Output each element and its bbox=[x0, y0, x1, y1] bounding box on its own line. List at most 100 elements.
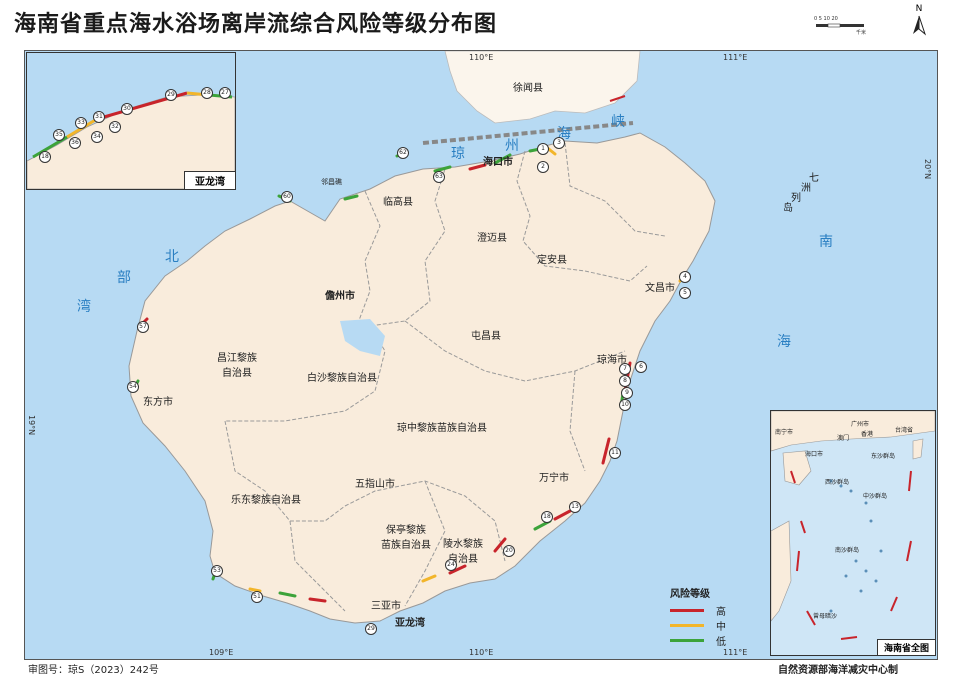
point-marker: 63 bbox=[433, 171, 445, 183]
point-marker: 57 bbox=[137, 321, 149, 333]
city-baisha: 白沙黎族自治县 bbox=[307, 373, 377, 384]
overview-macau: 澳门 bbox=[837, 435, 850, 442]
sea-label-zhou: 州 bbox=[505, 138, 519, 154]
yalong-callout: 亚龙湾 bbox=[395, 618, 425, 629]
scale-bar-labels: 0 5 10 20 bbox=[814, 16, 838, 22]
legend-label-high: 高 bbox=[716, 607, 726, 618]
overview-dongsha: 东沙群岛 bbox=[871, 453, 896, 460]
city-sanya: 三亚市 bbox=[371, 601, 401, 612]
point-marker: 3 bbox=[553, 137, 565, 149]
city-xuwen: 徐闻县 bbox=[513, 83, 543, 94]
hainan-overview-label: 海南省全图 bbox=[876, 639, 935, 655]
city-dongfang: 东方市 bbox=[143, 397, 173, 408]
point-marker: 54 bbox=[127, 381, 139, 393]
legend-label-low: 低 bbox=[716, 637, 726, 648]
producer-credit: 自然资源部海洋减灾中心制 bbox=[778, 665, 898, 676]
legend-row-medium: 中 bbox=[670, 618, 750, 633]
city-lingao: 临高县 bbox=[383, 197, 413, 208]
legend-swatch-high bbox=[670, 609, 704, 612]
point-marker: 29 bbox=[365, 623, 377, 635]
review-number: 审图号：琼S（2023）242号 bbox=[28, 665, 159, 676]
legend-swatch-low bbox=[670, 639, 704, 642]
point-marker: 60 bbox=[281, 191, 293, 203]
grid-lon-111-bottom: 111°E bbox=[723, 648, 748, 657]
city-changjiang: 昌江黎族 自治县 bbox=[217, 353, 257, 379]
legend-row-high: 高 bbox=[670, 603, 750, 618]
overview-zengmu: 曾母暗沙 bbox=[813, 613, 838, 620]
north-arrow-icon bbox=[913, 15, 927, 36]
sea-label-nan: 南 bbox=[819, 234, 833, 250]
sea-label-hai2: 海 bbox=[777, 334, 791, 350]
grid-lon-110-bottom: 110°E bbox=[469, 648, 494, 657]
bay-point-34: 34 bbox=[91, 131, 103, 143]
bay-point-27: 27 bbox=[219, 87, 231, 99]
point-marker: 24 bbox=[445, 559, 457, 571]
bay-point-18: 18 bbox=[39, 151, 51, 163]
overview-nansha: 南沙群岛 bbox=[835, 547, 860, 554]
city-chengmai: 澄迈县 bbox=[477, 233, 507, 244]
yalong-bay-inset-label: 亚龙湾 bbox=[184, 171, 235, 189]
overview-zhongsha: 中沙群岛 bbox=[863, 493, 888, 500]
city-wenchang: 文昌市 bbox=[645, 283, 675, 294]
place-linchangjiao: 邻昌礁 bbox=[321, 178, 342, 186]
legend-row-low: 低 bbox=[670, 633, 750, 648]
bay-point-35: 35 bbox=[53, 129, 65, 141]
grid-lon-111: 111°E bbox=[723, 53, 748, 62]
grid-lat-20-right: 20°N bbox=[923, 159, 932, 180]
bay-point-36: 36 bbox=[69, 137, 81, 149]
legend-swatch-medium bbox=[670, 624, 704, 627]
sea-label-wan: 湾 bbox=[77, 299, 91, 315]
city-wanning: 万宁市 bbox=[539, 473, 569, 484]
hainan-overview-map bbox=[770, 410, 936, 640]
sea-label-qiong: 琼 bbox=[451, 146, 465, 162]
city-tunchang: 屯昌县 bbox=[471, 331, 501, 342]
overview-nanning: 南宁市 bbox=[775, 429, 794, 436]
bay-point-28: 28 bbox=[201, 87, 213, 99]
point-marker: 10 bbox=[619, 399, 631, 411]
scale-bar-unit: 千米 bbox=[856, 30, 867, 36]
point-marker: 7 bbox=[619, 363, 631, 375]
point-marker: 8 bbox=[619, 375, 631, 387]
point-marker: 18 bbox=[541, 511, 553, 523]
bay-point-29: 29 bbox=[165, 89, 177, 101]
legend: 风险等级 高 中 低 bbox=[670, 585, 750, 648]
city-haikou: 海口市 bbox=[483, 157, 513, 168]
sea-label-bei: 北 bbox=[165, 249, 179, 265]
legend-label-medium: 中 bbox=[716, 622, 726, 633]
bay-point-33: 33 bbox=[75, 117, 87, 129]
scale-bar: 0 5 10 20 千米 bbox=[814, 16, 874, 36]
island-label-dao: 岛 bbox=[783, 203, 793, 214]
city-dingan: 定安县 bbox=[537, 255, 567, 266]
city-baoting: 保亭黎族 苗族自治县 bbox=[381, 525, 431, 551]
yalong-bay-inset-map bbox=[26, 91, 236, 190]
yalong-bay-inset: 18 35 36 34 33 32 31 30 29 28 27 亚龙湾 bbox=[26, 52, 236, 190]
point-marker: 13 bbox=[569, 501, 581, 513]
legend-title: 风险等级 bbox=[670, 589, 710, 600]
sea-label-bu: 部 bbox=[117, 270, 131, 286]
point-marker: 9 bbox=[621, 387, 633, 399]
point-marker: 4 bbox=[679, 271, 691, 283]
overview-guangzhou: 广州市 bbox=[851, 421, 870, 428]
point-marker: 6 bbox=[635, 361, 647, 373]
north-arrow: N bbox=[908, 4, 930, 38]
point-marker: 1 bbox=[537, 143, 549, 155]
city-wuzhishan: 五指山市 bbox=[355, 479, 395, 490]
sea-label-xia: 峡 bbox=[611, 114, 625, 130]
point-marker: 20 bbox=[503, 545, 515, 557]
overview-taiwan: 台湾省 bbox=[895, 427, 914, 434]
point-marker: 11 bbox=[609, 447, 621, 459]
point-marker: 62 bbox=[397, 147, 409, 159]
city-ledong: 乐东黎族自治县 bbox=[231, 495, 301, 506]
overview-xisha: 西沙群岛 bbox=[825, 479, 850, 486]
north-label: N bbox=[915, 4, 923, 14]
bay-point-30: 30 bbox=[121, 103, 133, 115]
city-danzhou: 儋州市 bbox=[325, 291, 355, 302]
overview-haikou: 海口市 bbox=[805, 451, 824, 458]
overview-hongkong: 香港 bbox=[861, 431, 874, 438]
island-label-zhou: 洲 bbox=[801, 183, 811, 194]
bay-point-32: 32 bbox=[109, 121, 121, 133]
point-marker: 5 bbox=[679, 287, 691, 299]
grid-lon-109-bottom: 109°E bbox=[209, 648, 234, 657]
bay-point-31: 31 bbox=[93, 111, 105, 123]
point-marker: 51 bbox=[251, 591, 263, 603]
